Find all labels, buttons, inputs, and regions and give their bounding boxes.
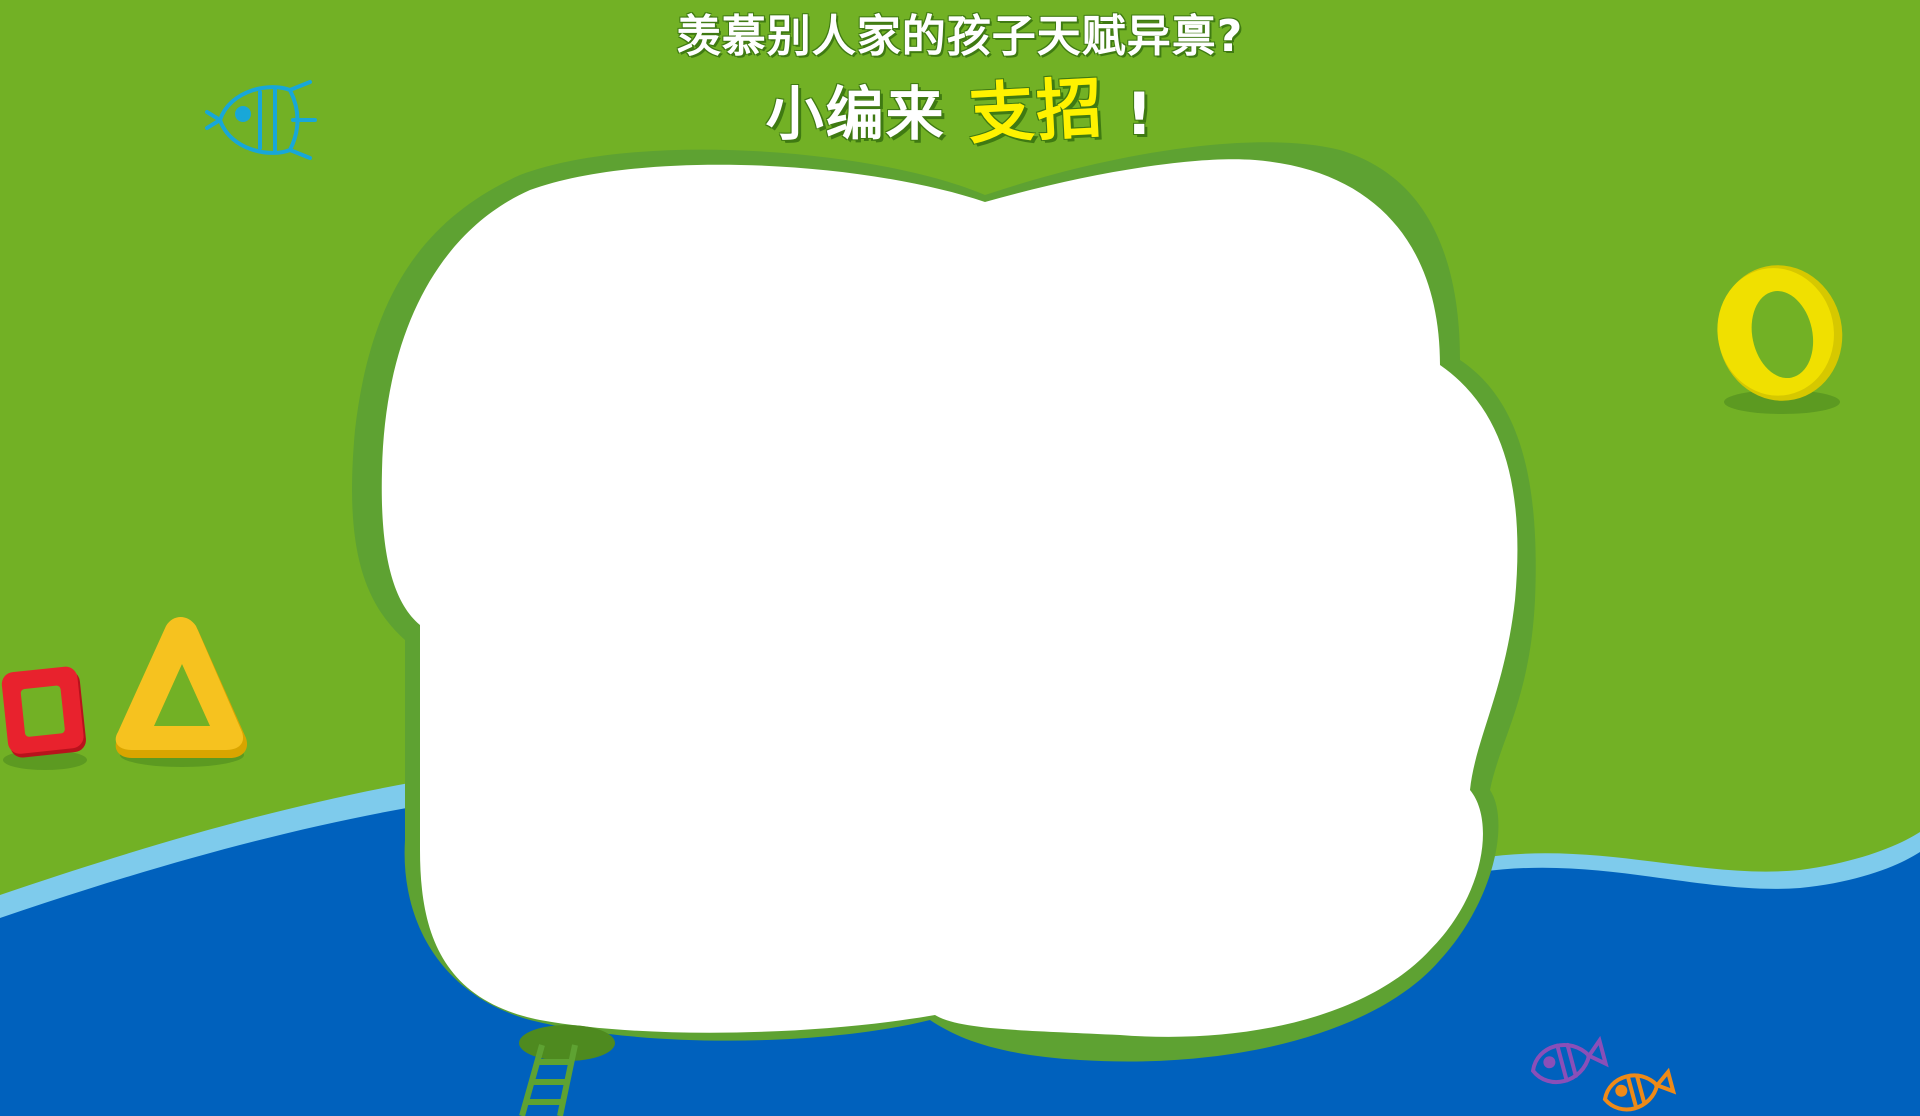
background-scene (0, 0, 1920, 1116)
headline-tip-highlight: 支招 (966, 69, 1106, 154)
hole (519, 1025, 615, 1061)
headline-question: 羡慕别人家的孩子天赋异禀? (676, 11, 1244, 62)
content-panel (381, 159, 1518, 1037)
headline-tip-prefix: 小编来 (765, 80, 946, 148)
headline-tip-suffix: ! (1125, 80, 1155, 148)
headline-tip: 小编来 支招 ! (0, 58, 1920, 154)
square-frame-icon (1, 666, 86, 758)
